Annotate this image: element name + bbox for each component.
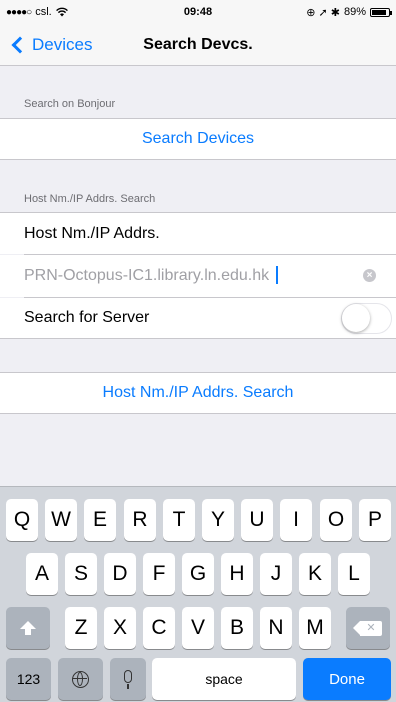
key-n[interactable]: N (260, 607, 292, 649)
search-devices-label: Search Devices (141, 130, 255, 147)
key-o[interactable]: O (320, 499, 352, 541)
host-field-label: Host Nm./IP Addrs. (24, 224, 160, 242)
key-f[interactable]: F (143, 553, 175, 595)
host-input-row[interactable]: × (0, 255, 396, 298)
key-x[interactable]: X (104, 607, 136, 649)
search-server-toggle[interactable] (341, 303, 392, 334)
search-server-row: Search for Server (0, 298, 396, 339)
key-e[interactable]: E (84, 499, 116, 541)
bonjour-section-header: Search on Bonjour (24, 98, 116, 110)
key-g[interactable]: G (182, 553, 214, 595)
key-d[interactable]: D (104, 553, 136, 595)
navigation-bar: Devices Search Devcs. (0, 24, 396, 66)
chevron-left-icon (11, 36, 29, 54)
status-icons: ⊕ ➚ ✱ (306, 6, 340, 19)
key-r[interactable]: R (124, 499, 156, 541)
globe-key[interactable] (58, 658, 103, 700)
globe-icon (72, 670, 89, 688)
key-s[interactable]: S (65, 553, 97, 595)
back-button-label: Devices (32, 35, 93, 54)
on-screen-keyboard: Q W E R T Y U I O P A S D F G H J K L Z … (0, 486, 396, 702)
host-search-button[interactable]: Host Nm./IP Addrs. Search (0, 372, 396, 414)
numbers-key[interactable]: 123 (6, 658, 51, 700)
host-field-label-row: Host Nm./IP Addrs. (0, 212, 396, 255)
backspace-icon: ✕ (353, 620, 382, 636)
key-b[interactable]: B (221, 607, 253, 649)
key-c[interactable]: C (143, 607, 175, 649)
text-cursor (276, 266, 278, 284)
key-v[interactable]: V (182, 607, 214, 649)
key-m[interactable]: M (299, 607, 331, 649)
search-server-label: Search for Server (24, 309, 150, 326)
key-l[interactable]: L (338, 553, 370, 595)
key-u[interactable]: U (241, 499, 273, 541)
key-t[interactable]: T (163, 499, 195, 541)
shift-arrow-icon (20, 621, 36, 635)
microphone-icon (124, 669, 132, 689)
battery-icon (370, 7, 392, 17)
space-key[interactable]: space (152, 658, 296, 700)
key-p[interactable]: P (359, 499, 391, 541)
toggle-knob (342, 304, 370, 332)
dictation-key[interactable] (110, 658, 146, 700)
key-y[interactable]: Y (202, 499, 234, 541)
carrier-name: csl. (35, 6, 52, 18)
row-divider (24, 254, 396, 255)
host-search-button-label: Host Nm./IP Addrs. Search (102, 384, 294, 401)
wifi-icon (55, 7, 68, 17)
signal-strength-icon: ●●●●○ (6, 6, 32, 18)
key-z[interactable]: Z (65, 607, 97, 649)
delete-key[interactable]: ✕ (346, 607, 390, 649)
shift-key[interactable] (6, 607, 50, 649)
key-a[interactable]: A (26, 553, 58, 595)
key-k[interactable]: K (299, 553, 331, 595)
search-devices-button[interactable]: Search Devices (0, 118, 396, 160)
key-w[interactable]: W (45, 499, 77, 541)
screen: ●●●●○ csl. 09:48 ⊕ ➚ ✱ 89% Devices Searc… (0, 0, 396, 702)
key-i[interactable]: I (280, 499, 312, 541)
host-search-section-header: Host Nm./IP Addrs. Search (24, 193, 156, 205)
battery-percent: 89% (343, 6, 366, 18)
clear-text-icon[interactable]: × (363, 269, 376, 282)
key-q[interactable]: Q (6, 499, 38, 541)
done-key[interactable]: Done (303, 658, 391, 700)
key-h[interactable]: H (221, 553, 253, 595)
row-divider (24, 297, 396, 298)
key-j[interactable]: J (260, 553, 292, 595)
status-bar: ●●●●○ csl. 09:48 ⊕ ➚ ✱ 89% (0, 0, 396, 24)
back-button[interactable]: Devices (10, 24, 92, 66)
host-address-input[interactable] (24, 267, 344, 285)
